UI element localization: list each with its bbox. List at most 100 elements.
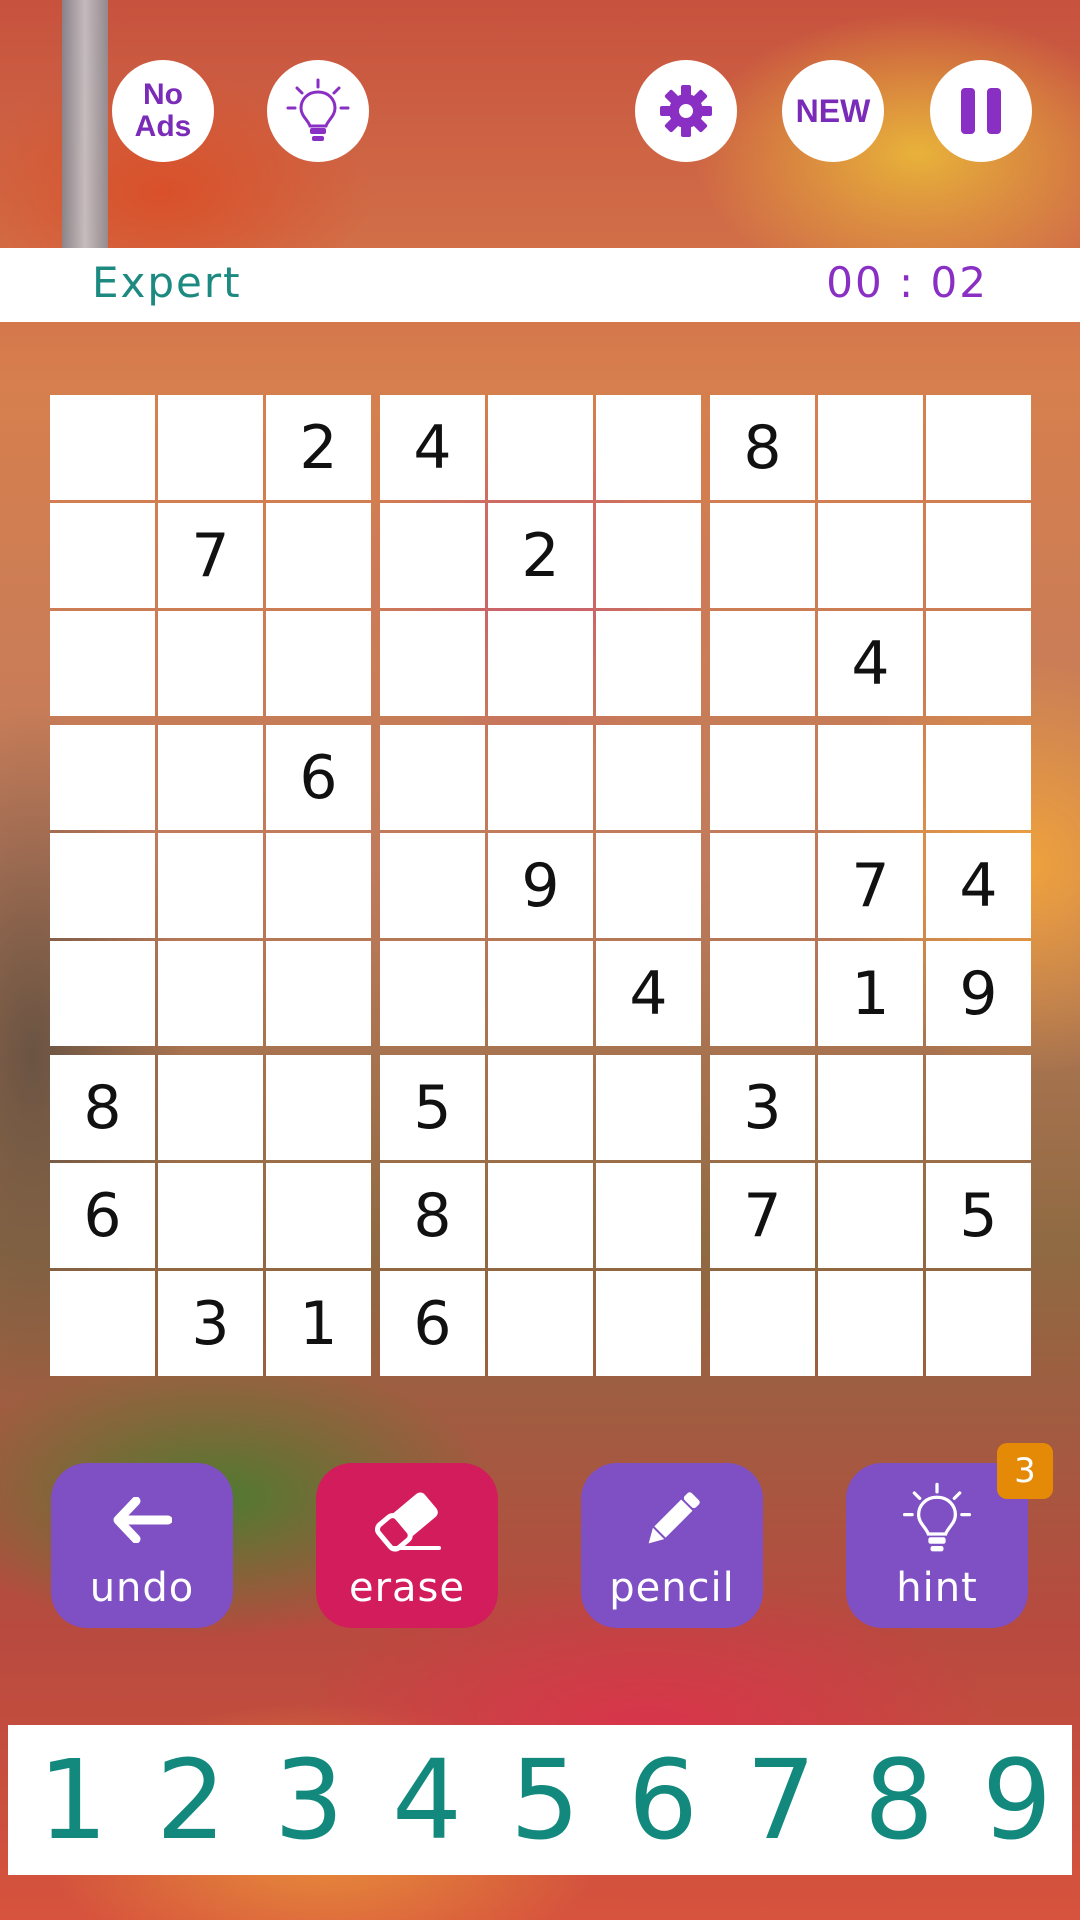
sudoku-cell[interactable] <box>818 503 923 608</box>
sudoku-cell[interactable] <box>380 833 485 938</box>
sudoku-cell[interactable] <box>596 1055 701 1160</box>
sudoku-cell[interactable] <box>158 611 263 716</box>
sudoku-cell[interactable] <box>926 1271 1031 1376</box>
sudoku-cell[interactable] <box>50 725 155 830</box>
number-key-4[interactable]: 4 <box>368 1725 486 1875</box>
sudoku-cell[interactable] <box>50 941 155 1046</box>
sudoku-cell[interactable]: 4 <box>596 941 701 1046</box>
sudoku-cell[interactable] <box>596 1163 701 1268</box>
sudoku-cell[interactable] <box>818 1055 923 1160</box>
pencil-button[interactable]: pencil <box>581 1463 763 1628</box>
sudoku-cell[interactable] <box>596 1271 701 1376</box>
sudoku-cell[interactable] <box>596 725 701 830</box>
number-key-1[interactable]: 1 <box>14 1725 132 1875</box>
sudoku-cell[interactable] <box>596 395 701 500</box>
sudoku-cell[interactable] <box>488 1055 593 1160</box>
sudoku-cell[interactable] <box>266 611 371 716</box>
number-key-9[interactable]: 9 <box>958 1725 1076 1875</box>
sudoku-cell[interactable] <box>818 725 923 830</box>
sudoku-cell[interactable]: 7 <box>818 833 923 938</box>
sudoku-cell[interactable] <box>818 395 923 500</box>
sudoku-cell[interactable]: 2 <box>488 503 593 608</box>
sudoku-cell[interactable] <box>380 611 485 716</box>
sudoku-cell[interactable] <box>926 395 1031 500</box>
lightbulb-icon <box>902 1482 972 1552</box>
sudoku-cell[interactable]: 9 <box>488 833 593 938</box>
sudoku-cell[interactable]: 4 <box>818 611 923 716</box>
sudoku-cell[interactable] <box>710 725 815 830</box>
sudoku-cell[interactable]: 1 <box>266 1271 371 1376</box>
sudoku-cell[interactable]: 8 <box>710 395 815 500</box>
sudoku-cell[interactable] <box>710 941 815 1046</box>
sudoku-cell[interactable]: 7 <box>710 1163 815 1268</box>
sudoku-cell[interactable] <box>818 1271 923 1376</box>
number-key-2[interactable]: 2 <box>132 1725 250 1875</box>
sudoku-cell[interactable] <box>596 833 701 938</box>
number-key-7[interactable]: 7 <box>722 1725 840 1875</box>
sudoku-cell[interactable] <box>50 611 155 716</box>
sudoku-cell[interactable] <box>926 611 1031 716</box>
number-key-5[interactable]: 5 <box>486 1725 604 1875</box>
sudoku-cell[interactable]: 6 <box>380 1271 485 1376</box>
sudoku-cell[interactable] <box>266 833 371 938</box>
number-key-6[interactable]: 6 <box>604 1725 722 1875</box>
sudoku-cell[interactable] <box>488 941 593 1046</box>
sudoku-cell[interactable] <box>926 1055 1031 1160</box>
sudoku-cell[interactable] <box>158 941 263 1046</box>
no-ads-button[interactable]: No Ads <box>112 60 214 162</box>
sudoku-cell[interactable] <box>50 503 155 608</box>
sudoku-cell[interactable] <box>158 395 263 500</box>
sudoku-cell[interactable] <box>710 503 815 608</box>
sudoku-cell[interactable]: 2 <box>266 395 371 500</box>
sudoku-cell[interactable] <box>596 503 701 608</box>
new-game-button[interactable]: NEW <box>782 60 884 162</box>
sudoku-cell[interactable]: 6 <box>266 725 371 830</box>
sudoku-cell[interactable]: 7 <box>158 503 263 608</box>
sudoku-cell[interactable] <box>926 725 1031 830</box>
sudoku-cell[interactable] <box>596 611 701 716</box>
sudoku-cell[interactable]: 5 <box>380 1055 485 1160</box>
sudoku-cell[interactable] <box>380 941 485 1046</box>
sudoku-cell[interactable]: 3 <box>710 1055 815 1160</box>
sudoku-cell[interactable] <box>488 395 593 500</box>
erase-button[interactable]: erase <box>316 1463 498 1628</box>
sudoku-cell[interactable] <box>158 1163 263 1268</box>
sudoku-cell[interactable]: 8 <box>380 1163 485 1268</box>
sudoku-cell[interactable]: 8 <box>50 1055 155 1160</box>
sudoku-cell[interactable] <box>710 611 815 716</box>
sudoku-cell[interactable] <box>380 725 485 830</box>
sudoku-cell[interactable] <box>710 1271 815 1376</box>
sudoku-cell[interactable] <box>50 395 155 500</box>
number-key-3[interactable]: 3 <box>250 1725 368 1875</box>
sudoku-cell[interactable] <box>488 725 593 830</box>
lightbulb-button[interactable] <box>267 60 369 162</box>
lightbulb-icon <box>286 78 350 141</box>
sudoku-cell[interactable]: 5 <box>926 1163 1031 1268</box>
sudoku-cell[interactable] <box>158 1055 263 1160</box>
sudoku-cell[interactable] <box>266 1055 371 1160</box>
sudoku-cell[interactable]: 4 <box>380 395 485 500</box>
sudoku-cell[interactable] <box>488 1163 593 1268</box>
sudoku-cell[interactable]: 9 <box>926 941 1031 1046</box>
sudoku-cell[interactable] <box>818 1163 923 1268</box>
sudoku-cell[interactable] <box>158 725 263 830</box>
sudoku-cell[interactable] <box>50 833 155 938</box>
sudoku-cell[interactable]: 1 <box>818 941 923 1046</box>
sudoku-cell[interactable] <box>926 503 1031 608</box>
sudoku-cell[interactable]: 3 <box>158 1271 263 1376</box>
undo-button[interactable]: undo <box>51 1463 233 1628</box>
sudoku-cell[interactable] <box>50 1271 155 1376</box>
sudoku-cell[interactable] <box>380 503 485 608</box>
settings-button[interactable] <box>635 60 737 162</box>
sudoku-cell[interactable] <box>158 833 263 938</box>
pause-button[interactable] <box>930 60 1032 162</box>
sudoku-cell[interactable] <box>266 1163 371 1268</box>
sudoku-cell[interactable] <box>266 941 371 1046</box>
sudoku-cell[interactable] <box>488 611 593 716</box>
number-key-8[interactable]: 8 <box>840 1725 958 1875</box>
sudoku-cell[interactable] <box>266 503 371 608</box>
sudoku-cell[interactable]: 6 <box>50 1163 155 1268</box>
sudoku-cell[interactable] <box>710 833 815 938</box>
sudoku-cell[interactable] <box>488 1271 593 1376</box>
sudoku-cell[interactable]: 4 <box>926 833 1031 938</box>
